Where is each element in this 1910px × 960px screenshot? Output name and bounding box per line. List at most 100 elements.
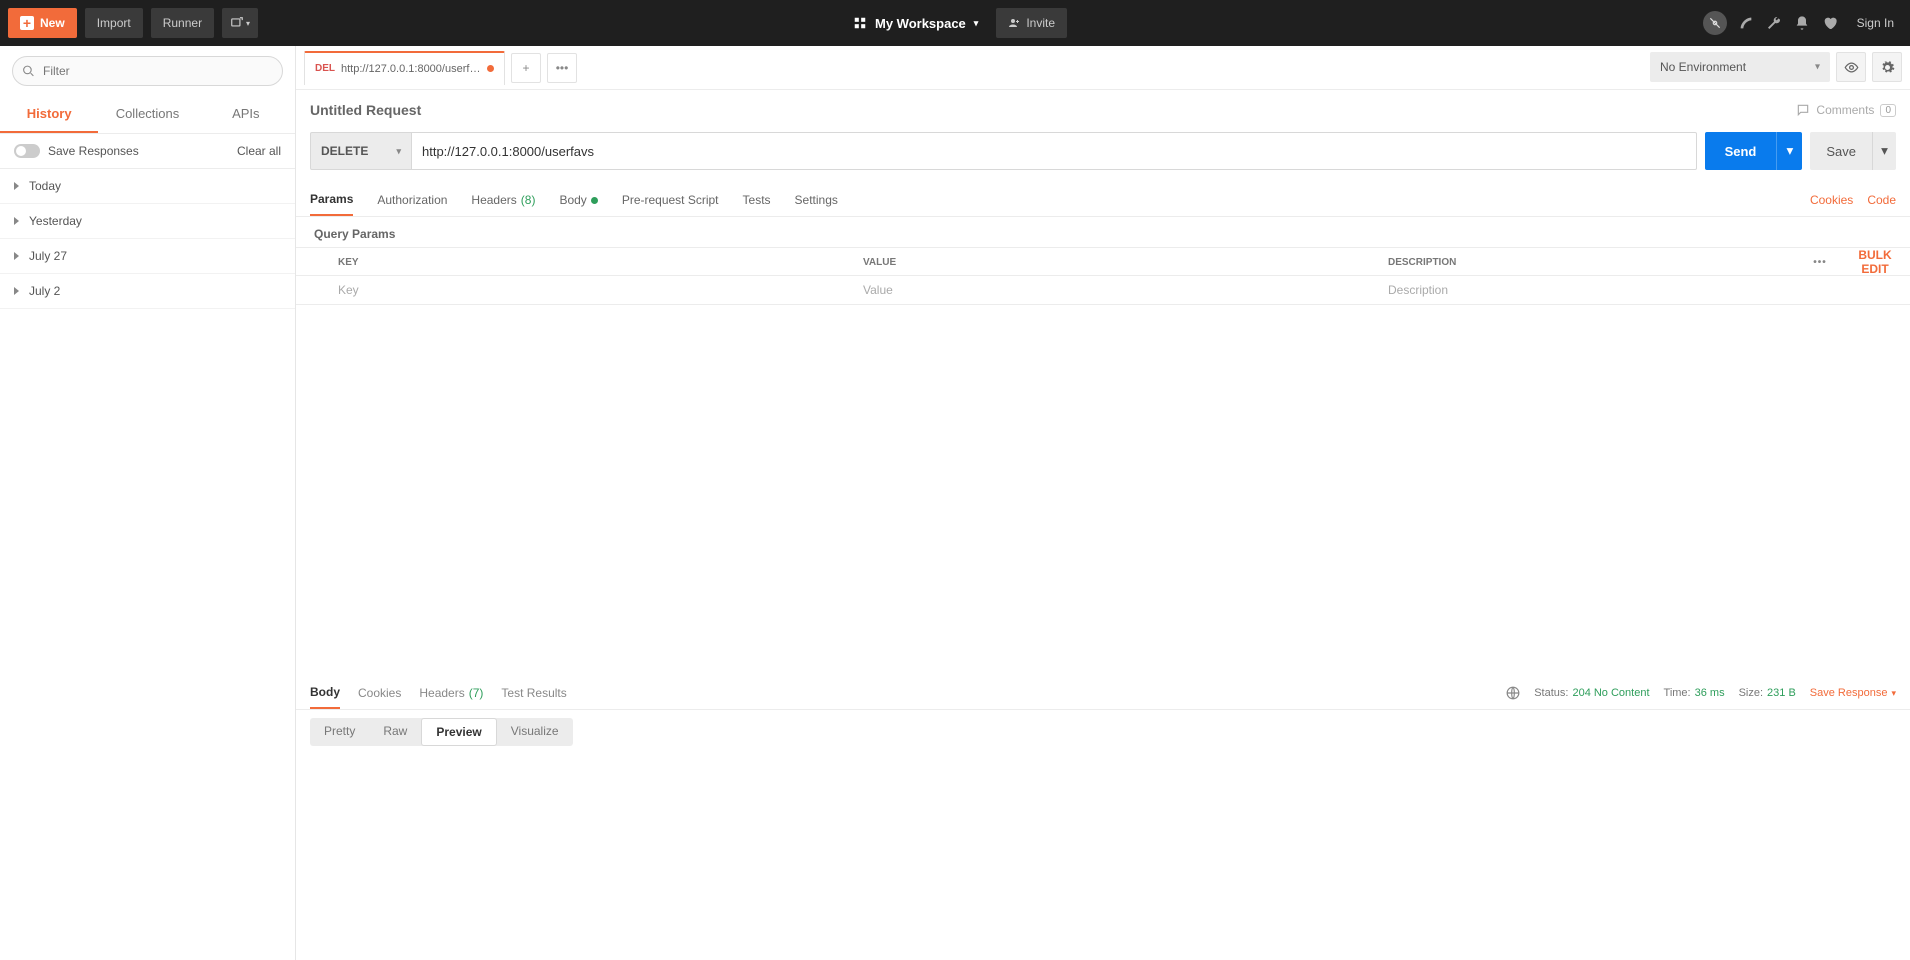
workspace-dropdown[interactable]: My Workspace ▾ xyxy=(843,8,988,38)
send-dropdown-button[interactable]: ▾ xyxy=(1776,132,1802,170)
new-tab-button[interactable]: + xyxy=(511,53,541,83)
tab-apis[interactable]: APIs xyxy=(197,96,295,133)
tab-authorization[interactable]: Authorization xyxy=(377,185,447,215)
status-label: Status: xyxy=(1534,687,1568,699)
tab-method-badge: DEL xyxy=(315,63,335,74)
tab-collections[interactable]: Collections xyxy=(98,96,196,133)
sidebar: History Collections APIs Save Responses … xyxy=(0,46,296,960)
query-params-table: KEY VALUE DESCRIPTION ••• Bulk Edit xyxy=(296,247,1910,305)
history-group-july-2[interactable]: July 2 xyxy=(0,274,295,309)
topbar-center: My Workspace ▾ Invite xyxy=(843,8,1067,38)
save-responses-row: Save Responses Clear all xyxy=(0,134,295,169)
new-window-button[interactable]: ▾ xyxy=(222,8,258,38)
headers-count: (8) xyxy=(521,193,536,207)
resp-tab-tests[interactable]: Test Results xyxy=(501,678,566,708)
sync-off-icon[interactable] xyxy=(1703,11,1727,35)
request-tab-bar: DEL http://127.0.0.1:8000/userfavs + •••… xyxy=(296,46,1910,90)
url-input[interactable] xyxy=(412,132,1697,170)
save-dropdown-button[interactable]: ▾ xyxy=(1872,132,1896,170)
code-link[interactable]: Code xyxy=(1867,193,1896,207)
key-input[interactable] xyxy=(330,276,855,304)
value-header: VALUE xyxy=(855,257,1380,268)
tab-url-label: http://127.0.0.1:8000/userfavs xyxy=(341,63,481,75)
tab-body[interactable]: Body xyxy=(559,185,597,215)
request-title: Untitled Request xyxy=(310,102,421,118)
tab-params[interactable]: Params xyxy=(310,184,353,216)
tab-headers[interactable]: Headers (8) xyxy=(471,185,535,215)
desc-header: DESCRIPTION xyxy=(1380,257,1800,268)
time-label: Time: xyxy=(1664,687,1691,699)
gear-icon xyxy=(1880,60,1895,75)
wrench-icon[interactable] xyxy=(1765,14,1783,32)
desc-input[interactable] xyxy=(1380,276,1800,304)
environment-area: No Environment xyxy=(1650,52,1902,82)
view-visualize[interactable]: Visualize xyxy=(497,718,573,746)
value-input[interactable] xyxy=(855,276,1380,304)
view-preview[interactable]: Preview xyxy=(421,718,496,746)
unsaved-dot-icon xyxy=(487,65,494,72)
table-more-button[interactable]: ••• xyxy=(1800,257,1840,268)
size-label: Size: xyxy=(1739,687,1763,699)
caret-right-icon xyxy=(14,217,19,225)
tab-settings[interactable]: Settings xyxy=(795,185,838,215)
environment-settings-button[interactable] xyxy=(1872,52,1902,82)
invite-button[interactable]: Invite xyxy=(996,8,1067,38)
bell-icon[interactable] xyxy=(1793,14,1811,32)
view-raw[interactable]: Raw xyxy=(369,718,421,746)
filter-input[interactable] xyxy=(12,56,283,86)
invite-label: Invite xyxy=(1026,16,1055,30)
history-group-july-27[interactable]: July 27 xyxy=(0,239,295,274)
resp-tab-body[interactable]: Body xyxy=(310,677,340,709)
response-view-tabs: Pretty Raw Preview Visualize xyxy=(296,710,1910,754)
satellite-icon[interactable] xyxy=(1737,14,1755,32)
save-button[interactable]: Save xyxy=(1810,132,1872,170)
url-bar: DELETE ▾ Send ▾ Save ▾ xyxy=(296,124,1910,178)
runner-button[interactable]: Runner xyxy=(151,8,214,38)
topbar-right: Sign In xyxy=(1703,11,1902,35)
clear-all-link[interactable]: Clear all xyxy=(237,144,281,158)
environment-select[interactable]: No Environment xyxy=(1650,52,1830,82)
table-row xyxy=(296,276,1910,304)
save-responses-toggle[interactable] xyxy=(14,144,40,158)
method-select[interactable]: DELETE ▾ xyxy=(310,132,412,170)
key-header: KEY xyxy=(330,257,855,268)
search-icon xyxy=(22,65,35,78)
signin-link[interactable]: Sign In xyxy=(1849,16,1902,30)
globe-icon xyxy=(1506,686,1520,700)
window-icon xyxy=(230,16,244,30)
save-responses-label: Save Responses xyxy=(48,144,139,158)
body-indicator-icon xyxy=(591,197,598,204)
new-button[interactable]: + New xyxy=(8,8,77,38)
headers-label: Headers xyxy=(471,193,516,207)
resp-tab-headers[interactable]: Headers (7) xyxy=(419,678,483,708)
import-button[interactable]: Import xyxy=(85,8,143,38)
tab-prerequest[interactable]: Pre-request Script xyxy=(622,185,719,215)
tab-more-button[interactable]: ••• xyxy=(547,53,577,83)
heart-icon[interactable] xyxy=(1821,14,1839,32)
environment-quicklook-button[interactable] xyxy=(1836,52,1866,82)
tab-history[interactable]: History xyxy=(0,96,98,133)
resp-tab-cookies[interactable]: Cookies xyxy=(358,678,401,708)
body-label: Body xyxy=(559,193,586,207)
request-tab[interactable]: DEL http://127.0.0.1:8000/userfavs xyxy=(304,51,505,85)
new-label: New xyxy=(40,16,65,30)
request-body-spacer xyxy=(296,305,1910,671)
cookies-link[interactable]: Cookies xyxy=(1810,193,1853,207)
history-group-yesterday[interactable]: Yesterday xyxy=(0,204,295,239)
bulk-edit-link[interactable]: Bulk Edit xyxy=(1858,248,1891,276)
status-value: 204 No Content xyxy=(1572,687,1649,699)
comments-button[interactable]: Comments 0 xyxy=(1796,103,1896,117)
send-button[interactable]: Send xyxy=(1705,132,1777,170)
network-icon[interactable] xyxy=(1506,686,1520,700)
response-body-area xyxy=(296,754,1910,960)
save-response-button[interactable]: Save Response ▾ xyxy=(1810,687,1896,699)
tab-tests[interactable]: Tests xyxy=(743,185,771,215)
comment-icon xyxy=(1796,103,1810,117)
history-label: July 27 xyxy=(29,249,67,263)
response-meta: Status: 204 No Content Time: 36 ms Size:… xyxy=(1506,686,1896,700)
eye-icon xyxy=(1844,60,1859,75)
save-response-label: Save Response xyxy=(1810,687,1888,699)
comments-label: Comments xyxy=(1816,103,1874,117)
view-pretty[interactable]: Pretty xyxy=(310,718,369,746)
history-group-today[interactable]: Today xyxy=(0,169,295,204)
